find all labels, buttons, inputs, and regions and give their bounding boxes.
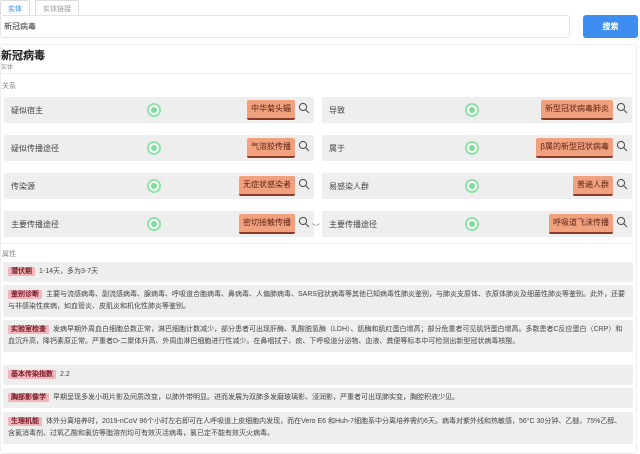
arrow-circle-icon[interactable] bbox=[465, 217, 479, 231]
relation-target[interactable]: 密切接触传播 bbox=[239, 214, 295, 234]
attribute-key: 基本传染指数 bbox=[8, 370, 56, 379]
search-icon[interactable] bbox=[616, 102, 628, 114]
attribute-value: 早期呈现多发小斑片影及间质改变，以肺外带明显。进而发展为双肺多发磨玻璃影、浸润影… bbox=[53, 394, 459, 401]
relation-row: 传染源 无症状感染者 bbox=[4, 173, 314, 199]
search-icon[interactable] bbox=[298, 216, 310, 228]
arrow-circle-icon[interactable] bbox=[465, 103, 479, 117]
relation-target[interactable]: 气溶胶传播 bbox=[247, 138, 295, 158]
attribute-value: 发病早期外周血白细胞总数正常，淋巴细胞计数减少，部分患者可出现肝酶、乳酸脱氢酶（… bbox=[8, 326, 623, 345]
arrow-circle-icon[interactable] bbox=[147, 179, 161, 193]
relation-row: 易感染人群 普遍人群 bbox=[322, 173, 632, 199]
relation-target[interactable]: β属的新型冠状病毒 bbox=[536, 138, 613, 158]
relation-target[interactable]: 无症状感染者 bbox=[239, 176, 295, 196]
entity-title: 新冠病毒 bbox=[1, 50, 45, 62]
search-icon[interactable] bbox=[616, 140, 628, 152]
search-button[interactable]: 搜索 bbox=[583, 15, 638, 38]
relation-row: 疑似宿主 中华菊头蝠 bbox=[4, 97, 314, 123]
arrow-circle-icon[interactable] bbox=[465, 141, 479, 155]
relation-target[interactable]: 新型冠状病毒肺炎 bbox=[541, 100, 613, 120]
attribute-key: 生理机能 bbox=[8, 417, 42, 426]
attributes-heading: 属性 bbox=[2, 251, 16, 258]
attribute-row: 生理机能 体外分离培养时，2019-nCoV 96个小时左右即可在人呼吸道上皮细胞… bbox=[3, 412, 633, 444]
search-icon[interactable] bbox=[298, 178, 310, 190]
relation-label: 易感染人群 bbox=[329, 182, 369, 191]
search-input[interactable]: 新冠病毒 bbox=[0, 15, 570, 38]
divider bbox=[0, 73, 634, 74]
attribute-row: 胸部影像学 早期呈现多发小斑片影及间质改变，以肺外带明显。进而发展为双肺多发磨玻璃… bbox=[3, 388, 633, 408]
relation-label: 属于 bbox=[329, 144, 345, 153]
relations-heading: 关系 bbox=[2, 83, 16, 90]
divider bbox=[0, 243, 634, 244]
attribute-value: 2.2 bbox=[60, 371, 70, 378]
relation-target[interactable]: 呼吸道飞沫传播 bbox=[549, 214, 613, 234]
attribute-row: 基本传染指数 2.2 bbox=[3, 365, 633, 385]
attribute-key: 实验室检查 bbox=[8, 325, 49, 334]
search-icon[interactable] bbox=[298, 140, 310, 152]
relation-row: 导致 新型冠状病毒肺炎 bbox=[322, 97, 632, 123]
tab-bar: 实体 实体链接 bbox=[0, 0, 79, 15]
arrow-circle-icon[interactable] bbox=[465, 179, 479, 193]
attribute-row: 实验室检查 发病早期外周血白细胞总数正常，淋巴细胞计数减少，部分患者可出现肝酶、乳… bbox=[3, 320, 633, 352]
attribute-row: 鉴别诊断 主要与流感病毒、副流感病毒、腺病毒、呼吸道合胞病毒、鼻病毒、人偏肺病毒、… bbox=[3, 285, 633, 317]
relation-label: 主要传播途径 bbox=[11, 220, 59, 229]
attribute-value: 1-14天，多为3-7天 bbox=[39, 268, 99, 275]
arrow-circle-icon[interactable] bbox=[147, 217, 161, 231]
relation-row: 疑似传播途径 气溶胶传播 bbox=[4, 135, 314, 161]
attribute-row: 潜伏期 1-14天，多为3-7天 bbox=[3, 262, 633, 282]
attribute-key: 潜伏期 bbox=[8, 267, 35, 276]
relation-target[interactable]: 普遍人群 bbox=[573, 176, 613, 196]
attribute-key: 鉴别诊断 bbox=[8, 290, 42, 299]
attribute-value: 主要与流感病毒、副流感病毒、腺病毒、呼吸道合胞病毒、鼻病毒、人偏肺病毒、SARS… bbox=[8, 291, 626, 310]
tab-entity-linking[interactable]: 实体链接 bbox=[35, 0, 79, 15]
relation-row: 主要传播途径 呼吸道飞沫传播 bbox=[322, 211, 632, 237]
tab-entity[interactable]: 实体 bbox=[0, 0, 30, 15]
relation-label: 导致 bbox=[329, 106, 345, 115]
relation-row: 属于 β属的新型冠状病毒 bbox=[322, 135, 632, 161]
relation-target[interactable]: 中华菊头蝠 bbox=[247, 100, 295, 120]
relation-label: 主要传播途径 bbox=[329, 220, 377, 229]
arrow-circle-icon[interactable] bbox=[147, 141, 161, 155]
attribute-key: 胸部影像学 bbox=[8, 393, 49, 402]
arrow-circle-icon[interactable] bbox=[147, 103, 161, 117]
search-icon[interactable] bbox=[298, 102, 310, 114]
relation-row: 主要传播途径 密切接触传播 bbox=[4, 211, 314, 237]
chevron-down-icon[interactable]: ︶ bbox=[312, 222, 320, 233]
search-icon[interactable] bbox=[616, 178, 628, 190]
search-icon[interactable] bbox=[616, 216, 628, 228]
relation-label: 传染源 bbox=[11, 182, 35, 191]
relation-label: 疑似宿主 bbox=[11, 106, 43, 115]
entity-type: 实体 bbox=[1, 65, 14, 71]
relation-label: 疑似传播途径 bbox=[11, 144, 59, 153]
attribute-value: 体外分离培养时，2019-nCoV 96个小时左右即可在人呼吸道上皮细胞内发现，… bbox=[8, 418, 622, 437]
